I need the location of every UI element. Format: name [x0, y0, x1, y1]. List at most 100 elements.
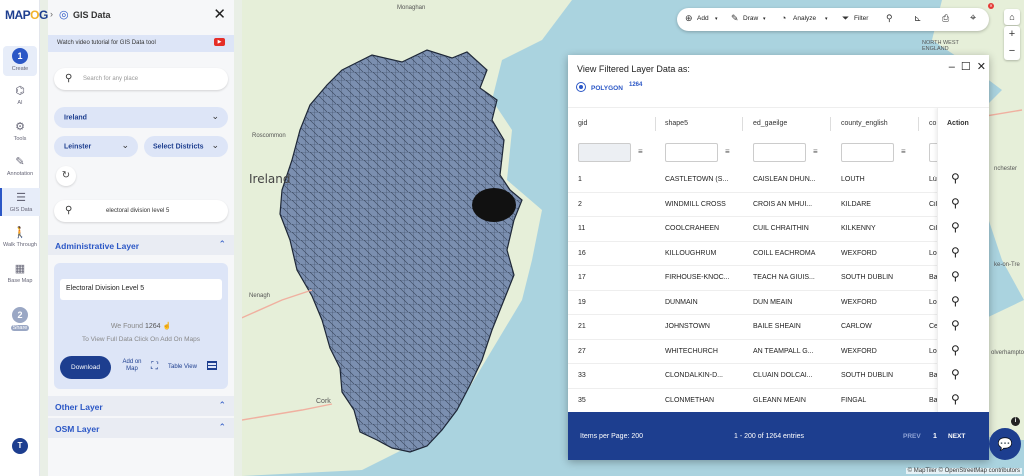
- zoom-to-feature-icon[interactable]: ⚲: [951, 196, 960, 210]
- table-row[interactable]: 35 CLONMETHAN GLEANN MEÁIN FINGAL Ba: [568, 389, 989, 413]
- table-row[interactable]: 11 COOLCRAHEEN CÚIL CHRAITHÍN KILKENNY Cil: [568, 217, 989, 242]
- column-separator[interactable]: [742, 117, 743, 131]
- search-icon[interactable]: ⚲: [886, 13, 893, 24]
- filter-input-ed-gaeilge[interactable]: [753, 143, 806, 162]
- draw-menu[interactable]: Draw: [743, 15, 758, 22]
- add-on-map-button[interactable]: Add on Map: [118, 359, 146, 373]
- zoom-to-feature-icon[interactable]: ⚲: [951, 269, 960, 283]
- filter-input-gid[interactable]: [578, 143, 631, 162]
- dialog-title: View Filtered Layer Data as:: [577, 64, 690, 74]
- table-row[interactable]: 27 WHITECHURCH AN TEAMPALL G... WEXFORD Lo: [568, 340, 989, 364]
- rail-share[interactable]: 2 Share: [0, 307, 40, 331]
- filter-button[interactable]: Filter: [854, 15, 868, 22]
- table-row[interactable]: 1 CASTLETOWN (S... CAISLEÁN DHÚN... LOUTH Lú: [568, 168, 989, 193]
- rail-tools[interactable]: ⚙ Tools: [0, 120, 40, 142]
- table-view-button[interactable]: Table View: [168, 364, 197, 370]
- other-layer-header[interactable]: Other Layer ⌃: [48, 396, 234, 416]
- zoom-to-feature-icon[interactable]: ⚲: [951, 367, 960, 381]
- column-header-gid[interactable]: gid: [578, 120, 587, 127]
- filter-icon[interactable]: ≡: [813, 147, 818, 156]
- chevron-up-icon: ⌃: [218, 239, 226, 249]
- download-button[interactable]: Download: [60, 356, 111, 379]
- zoom-to-feature-icon[interactable]: ⚲: [951, 318, 960, 332]
- layer-search-input[interactable]: ⚲ electoral division level 5: [54, 200, 228, 222]
- rail-create[interactable]: 1 Create: [3, 46, 37, 76]
- zoom-to-feature-icon[interactable]: ⚲: [951, 343, 960, 357]
- province-select[interactable]: Leinster ⌄: [54, 136, 138, 157]
- table-cell: COILL EACHROMA: [753, 249, 816, 257]
- column-header-shape5[interactable]: shape5: [665, 120, 688, 127]
- filter-input-county-english[interactable]: [841, 143, 894, 162]
- osm-layer-header[interactable]: OSM Layer ⌃: [48, 418, 234, 438]
- zoom-control: + −: [1004, 26, 1020, 60]
- column-header-co[interactable]: co: [929, 120, 936, 127]
- next-button[interactable]: NEXT: [948, 433, 965, 440]
- zoom-to-feature-icon[interactable]: ⚲: [951, 392, 960, 406]
- map-toolbar: ⊕ Add ▾ ✎ Draw ▾ ◔ Analyze ▾ ⏷ Filter ⚲ …: [677, 8, 989, 31]
- rail-walkthrough[interactable]: 🚶 Walk Through: [0, 226, 40, 248]
- navigation-icon[interactable]: ⌂: [1004, 9, 1020, 25]
- table-row[interactable]: 2 WINDMILL CROSS CROIS AN MHUI... KILDARE Ci…: [568, 193, 989, 217]
- column-separator[interactable]: [655, 117, 656, 131]
- rail-ai[interactable]: ⌬ AI: [0, 84, 40, 106]
- column-separator[interactable]: [830, 117, 831, 131]
- rail-basemap[interactable]: ▦ Base Map: [0, 262, 40, 284]
- filter-icon[interactable]: ≡: [638, 147, 643, 156]
- analyze-menu[interactable]: Analyze: [793, 15, 816, 22]
- add-menu[interactable]: Add: [697, 15, 709, 22]
- map-attribution[interactable]: © MapTiler © OpenStreetMap contributors: [905, 468, 1022, 474]
- column-header-ed-gaeilge[interactable]: ed_gaeilge: [753, 120, 787, 127]
- tutorial-banner[interactable]: Watch video tutorial for GIS Data tool ▶: [48, 35, 234, 52]
- action-header: Action: [947, 120, 969, 127]
- column-header-county-english[interactable]: county_english: [841, 120, 888, 127]
- zoom-to-feature-icon[interactable]: ⚲: [951, 245, 960, 259]
- table-row[interactable]: 17 FIRHOUSE-KNOC... TEACH NA GIÚIS... SOUTH…: [568, 266, 989, 291]
- user-avatar[interactable]: T: [12, 438, 28, 454]
- print-icon[interactable]: ⎙: [942, 13, 949, 24]
- zoom-to-feature-icon[interactable]: ⚲: [951, 171, 960, 185]
- zoom-in-button[interactable]: +: [1004, 26, 1020, 43]
- table-row[interactable]: 33 CLONDALKIN-D... CLUAIN DOLCÁI... SOUTH D…: [568, 364, 989, 389]
- close-icon[interactable]: ✕: [213, 5, 226, 23]
- filter-icon[interactable]: ≡: [901, 147, 906, 156]
- column-separator[interactable]: [918, 117, 919, 131]
- table-icon[interactable]: [207, 361, 217, 370]
- info-icon[interactable]: i: [1011, 417, 1020, 426]
- zoom-out-button[interactable]: −: [1004, 43, 1020, 60]
- youtube-icon[interactable]: ▶: [214, 38, 225, 46]
- locate-icon[interactable]: ⌖: [970, 12, 976, 25]
- table-row[interactable]: 21 JOHNSTOWN BAILE SHEÁIN CARLOW Ce: [568, 315, 989, 340]
- rail-annotation[interactable]: ✎ Annotation: [0, 155, 40, 177]
- zoom-to-feature-icon[interactable]: ⚲: [951, 294, 960, 308]
- close-toolbar-icon[interactable]: ✕: [988, 3, 994, 9]
- items-per-page[interactable]: Items per Page: 200: [580, 433, 643, 440]
- map-add-icon[interactable]: ⛶: [151, 361, 158, 372]
- rail-gis-data[interactable]: ☰ GIS Data: [0, 188, 40, 216]
- gis-data-panel: › ◎ GIS Data ✕ Watch video tutorial for …: [48, 0, 234, 476]
- prev-button[interactable]: PREV: [903, 433, 921, 440]
- country-select[interactable]: Ireland ⌄: [54, 107, 228, 128]
- polygon-radio[interactable]: [576, 82, 586, 92]
- app-logo[interactable]: MAPOG: [5, 8, 48, 22]
- measure-icon[interactable]: ⊾: [914, 13, 922, 24]
- table-row[interactable]: 19 DUNMAIN DÚN MEÁIN WEXFORD Lo: [568, 291, 989, 315]
- refresh-icon[interactable]: ↻: [56, 166, 76, 186]
- table-row[interactable]: 16 KILLOUGHRUM COILL EACHROMA WEXFORD Lo: [568, 242, 989, 266]
- administrative-layer-header[interactable]: Administrative Layer ⌃: [48, 235, 234, 255]
- chevron-right-icon[interactable]: ›: [50, 9, 53, 19]
- chevron-up-icon: ⌃: [218, 422, 226, 432]
- table-cell: 11: [578, 225, 586, 232]
- place-search-placeholder: Search for any place: [83, 76, 139, 82]
- close-icon[interactable]: ✕: [977, 61, 986, 73]
- filter-icon[interactable]: ≡: [725, 147, 730, 156]
- place-search-input[interactable]: ⚲ Search for any place: [54, 68, 228, 90]
- maximize-icon[interactable]: ☐: [961, 61, 971, 73]
- chat-icon[interactable]: 💬: [989, 428, 1021, 460]
- districts-select[interactable]: Select Districts ⌄: [144, 136, 228, 157]
- filter-input-shape5[interactable]: [665, 143, 718, 162]
- minimize-icon[interactable]: –: [949, 61, 955, 73]
- zoom-to-feature-icon[interactable]: ⚲: [951, 220, 960, 234]
- layer-name-field[interactable]: Electoral Division Level 5: [60, 279, 222, 300]
- dialog-controls: – ☐ ✕: [943, 60, 986, 73]
- chevron-up-icon: ⌃: [218, 400, 226, 410]
